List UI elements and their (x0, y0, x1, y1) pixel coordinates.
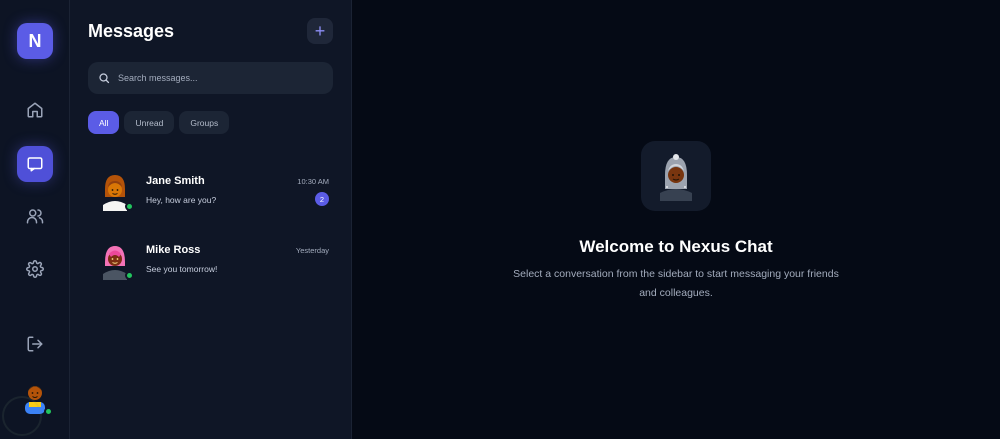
welcome-description: Select a conversation from the sidebar t… (513, 268, 839, 299)
logout-icon (27, 336, 43, 352)
nav-rail: N (0, 0, 70, 439)
nav-settings-button[interactable] (17, 251, 53, 287)
message-time: 10:30 AM (297, 177, 329, 186)
conversation-item-mike-ross[interactable]: Mike Ross Yesterday See you tomorrow! (88, 237, 333, 293)
home-icon (27, 102, 43, 118)
online-indicator (125, 271, 134, 280)
search-icon (99, 73, 110, 84)
watermark-logo (2, 396, 42, 436)
welcome-avatar-icon (660, 154, 692, 201)
message-preview: Hey, how are you? (146, 195, 217, 205)
filter-unread[interactable]: Unread (124, 111, 175, 134)
chat-icon (27, 157, 43, 172)
plus-icon: + (314, 21, 326, 41)
user-online-indicator (44, 407, 53, 416)
contact-name: Mike Ross (146, 244, 201, 256)
logout-button[interactable] (17, 326, 53, 362)
message-time: Yesterday (295, 246, 329, 255)
nav-contacts-button[interactable] (17, 198, 53, 234)
welcome-title: Welcome to Nexus Chat (579, 237, 773, 256)
app-logo[interactable]: N (17, 23, 53, 59)
message-preview: See you tomorrow! (146, 264, 218, 274)
nav-home-button[interactable] (17, 92, 53, 128)
nav-messages-button[interactable] (17, 146, 53, 182)
online-indicator (125, 202, 134, 211)
filter-all[interactable]: All (88, 111, 120, 134)
sidebar-title: Messages (88, 21, 175, 41)
new-message-button[interactable]: + (307, 18, 333, 44)
filter-tabs: All Unread Groups (88, 111, 230, 134)
welcome-illustration (641, 141, 711, 211)
filter-groups[interactable]: Groups (179, 111, 230, 134)
chat-main-panel: Welcome to Nexus Chat Select a conversat… (352, 0, 1000, 439)
users-icon (26, 209, 44, 224)
search-input[interactable] (118, 73, 318, 83)
conversation-sidebar: Messages + All Unread Groups Jane Smith … (70, 0, 352, 439)
unread-badge: 2 (315, 192, 329, 206)
conversation-item-jane-smith[interactable]: Jane Smith 10:30 AM Hey, how are you? 2 (88, 168, 333, 224)
search-bar (88, 62, 333, 94)
gear-icon (26, 260, 44, 278)
contact-name: Jane Smith (146, 175, 205, 187)
